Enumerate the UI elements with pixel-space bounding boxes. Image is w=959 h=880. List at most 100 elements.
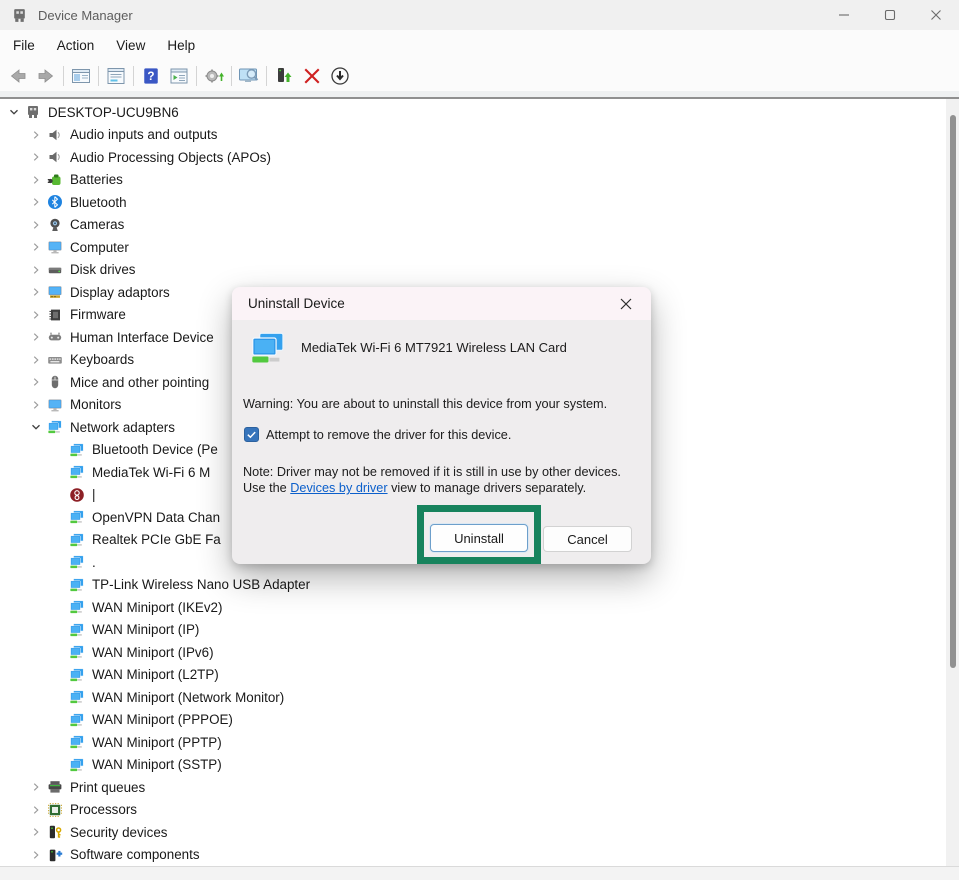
tree-item-label: Print queues xyxy=(70,780,145,795)
maximize-button[interactable] xyxy=(867,0,913,30)
minimize-button[interactable] xyxy=(821,0,867,30)
tree-item-label: WAN Miniport (SSTP) xyxy=(92,757,222,772)
tree-item[interactable]: Batteries xyxy=(0,169,940,192)
disable-down-icon xyxy=(330,66,350,86)
chevron-down-icon[interactable] xyxy=(4,104,24,120)
chevron-right-icon[interactable] xyxy=(26,397,46,413)
tree-item[interactable]: Audio inputs and outputs xyxy=(0,124,940,147)
cancel-button[interactable]: Cancel xyxy=(543,526,632,552)
tree-item[interactable]: Print queues xyxy=(0,776,940,799)
scrollbar-thumb[interactable] xyxy=(950,115,956,668)
tree-item[interactable]: WAN Miniport (IKEv2) xyxy=(0,596,940,619)
tree-item[interactable]: WAN Miniport (PPTP) xyxy=(0,731,940,754)
menu-file[interactable]: File xyxy=(2,34,46,57)
chevron-right-icon[interactable] xyxy=(26,262,46,278)
chevron-right-icon[interactable] xyxy=(26,127,46,143)
tree-item[interactable]: Cameras xyxy=(0,214,940,237)
network-adapter-icon xyxy=(68,577,85,593)
chevron-right-icon[interactable] xyxy=(26,802,46,818)
tree-item-label: Monitors xyxy=(70,397,121,412)
dialog-close-button[interactable] xyxy=(611,291,641,316)
uninstall-button[interactable]: Uninstall xyxy=(430,524,528,552)
tree-item[interactable]: WAN Miniport (IPv6) xyxy=(0,641,940,664)
tree-item-label: Computer xyxy=(70,240,129,255)
menu-help[interactable]: Help xyxy=(156,34,206,57)
tree-item-label: OpenVPN Data Chan xyxy=(92,510,220,525)
network-adapter-icon xyxy=(68,622,85,638)
tree-item[interactable]: Software components xyxy=(0,844,940,867)
menu-view[interactable]: View xyxy=(105,34,156,57)
tree-item-label: Bluetooth xyxy=(70,195,127,210)
properties-button[interactable] xyxy=(102,63,130,89)
tree-item[interactable]: Bluetooth xyxy=(0,191,940,214)
toolbar-separator xyxy=(266,66,267,86)
uninstall-device-button[interactable] xyxy=(298,63,326,89)
vertical-scrollbar[interactable] xyxy=(946,99,959,866)
menu-bar: File Action View Help xyxy=(0,30,959,60)
update-driver-button[interactable] xyxy=(200,63,228,89)
checkmark-icon xyxy=(246,429,257,440)
bluetooth-icon xyxy=(46,194,63,210)
chevron-right-icon[interactable] xyxy=(26,374,46,390)
monitor-icon xyxy=(46,239,63,255)
forward-button[interactable] xyxy=(32,63,60,89)
expander-spacer xyxy=(48,487,68,503)
help-button[interactable]: ? xyxy=(137,63,165,89)
remove-driver-checkbox[interactable] xyxy=(244,427,259,442)
chevron-right-icon[interactable] xyxy=(26,329,46,345)
chevron-right-icon[interactable] xyxy=(26,847,46,863)
chevron-right-icon[interactable] xyxy=(26,172,46,188)
remove-driver-checkbox-label[interactable]: Attempt to remove the driver for this de… xyxy=(266,428,511,442)
tree-item[interactable]: WAN Miniport (L2TP) xyxy=(0,664,940,687)
tree-item-label: MediaTek Wi-Fi 6 M xyxy=(92,465,210,480)
show-console-tree-button[interactable] xyxy=(67,63,95,89)
tree-item[interactable]: WAN Miniport (SSTP) xyxy=(0,754,940,777)
devices-by-driver-link[interactable]: Devices by driver xyxy=(290,481,387,495)
close-button[interactable] xyxy=(913,0,959,30)
chevron-right-icon[interactable] xyxy=(26,352,46,368)
red-badge-icon xyxy=(68,487,85,503)
chevron-right-icon[interactable] xyxy=(26,194,46,210)
tree-item[interactable]: Processors xyxy=(0,799,940,822)
update-driver-device-button[interactable] xyxy=(270,63,298,89)
chevron-right-icon[interactable] xyxy=(26,217,46,233)
chevron-right-icon[interactable] xyxy=(26,307,46,323)
chevron-right-icon[interactable] xyxy=(26,824,46,840)
tree-item[interactable]: WAN Miniport (IP) xyxy=(0,619,940,642)
tree-item[interactable]: WAN Miniport (PPPOE) xyxy=(0,709,940,732)
back-button[interactable] xyxy=(4,63,32,89)
chevron-right-icon[interactable] xyxy=(26,239,46,255)
tree-item-label: Mice and other pointing xyxy=(70,375,209,390)
show-console-tree-icon xyxy=(71,66,91,86)
network-adapter-icon xyxy=(46,419,63,435)
processor-icon xyxy=(46,802,63,818)
disable-device-button[interactable] xyxy=(326,63,354,89)
tree-item[interactable]: Disk drives xyxy=(0,259,940,282)
note-text-after: view to manage drivers separately. xyxy=(388,481,587,495)
chevron-down-icon[interactable] xyxy=(26,419,46,435)
tree-item[interactable]: WAN Miniport (Network Monitor) xyxy=(0,686,940,709)
uninstall-x-icon xyxy=(303,67,321,85)
export-list-button[interactable] xyxy=(165,63,193,89)
toolbar-separator xyxy=(196,66,197,86)
menu-action[interactable]: Action xyxy=(46,34,106,57)
scan-hardware-icon xyxy=(238,66,260,86)
network-adapter-icon xyxy=(246,329,290,367)
expander-spacer xyxy=(48,667,68,683)
chevron-right-icon[interactable] xyxy=(26,779,46,795)
tree-item[interactable]: TP-Link Wireless Nano USB Adapter xyxy=(0,574,940,597)
scan-for-hardware-changes-button[interactable] xyxy=(235,63,263,89)
tree-item[interactable]: Computer xyxy=(0,236,940,259)
tree-item[interactable]: DESKTOP-UCU9BN6 xyxy=(0,101,940,124)
tree-item-label: DESKTOP-UCU9BN6 xyxy=(48,105,179,120)
chevron-right-icon[interactable] xyxy=(26,149,46,165)
tree-item[interactable]: Security devices xyxy=(0,821,940,844)
computer-device-icon xyxy=(24,104,41,120)
chevron-right-icon[interactable] xyxy=(26,284,46,300)
tree-item-label: Audio inputs and outputs xyxy=(70,127,217,142)
status-bar xyxy=(0,866,959,880)
tree-item-label: Bluetooth Device (Pe xyxy=(92,442,218,457)
dialog-title: Uninstall Device xyxy=(248,296,345,311)
disk-icon xyxy=(46,262,63,278)
tree-item[interactable]: Audio Processing Objects (APOs) xyxy=(0,146,940,169)
